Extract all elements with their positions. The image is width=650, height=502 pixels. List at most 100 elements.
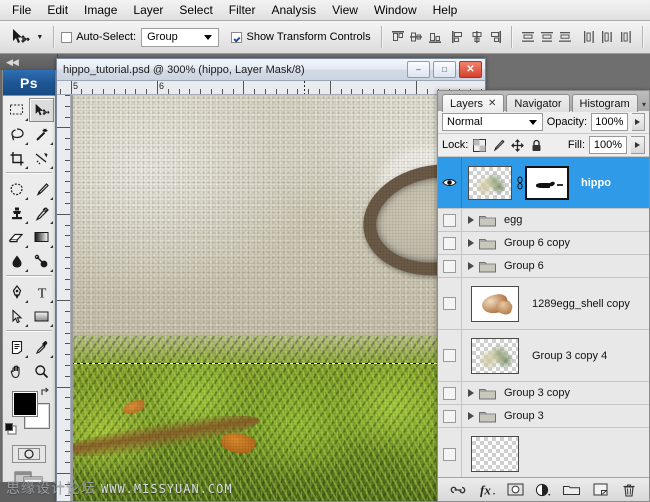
align-right-edges-button[interactable]: [487, 28, 503, 46]
layer-visibility-cell[interactable]: [438, 382, 462, 404]
zoom-tool[interactable]: [29, 359, 54, 383]
horizontal-ruler[interactable]: 56: [57, 81, 485, 95]
show-transform-checkbox[interactable]: [231, 32, 242, 43]
table-row[interactable]: 1289egg_shell copy: [438, 278, 649, 330]
layer-visibility-cell[interactable]: [438, 428, 462, 477]
expand-group-icon[interactable]: [468, 389, 474, 397]
document-title-bar[interactable]: hippo_tutorial.psd @ 300% (hippo, Layer …: [57, 59, 485, 81]
layer-name[interactable]: 1289egg_shell copy: [532, 298, 630, 310]
history-brush-tool[interactable]: [29, 201, 54, 225]
menu-item-analysis[interactable]: Analysis: [263, 1, 324, 20]
expand-group-icon[interactable]: [468, 216, 474, 224]
move-tool-icon[interactable]: [6, 25, 33, 49]
layer-thumbnail[interactable]: [471, 338, 519, 374]
tool-preset-caret-icon[interactable]: ▼: [33, 25, 46, 49]
link-layers-button[interactable]: [449, 481, 467, 499]
align-vertical-centers-button[interactable]: [408, 28, 424, 46]
distribute-left-edges-button[interactable]: [581, 28, 597, 46]
link-mask-icon[interactable]: [515, 172, 524, 194]
align-horizontal-centers-button[interactable]: [468, 28, 484, 46]
layer-name[interactable]: egg: [504, 214, 522, 226]
layer-visibility-cell[interactable]: [438, 278, 462, 329]
distribute-right-edges-button[interactable]: [618, 28, 634, 46]
canvas-viewport[interactable]: [71, 95, 485, 501]
delete-layer-button[interactable]: [620, 481, 638, 499]
tab-layers[interactable]: Layers ✕: [442, 94, 504, 112]
lock-image-pixels-icon[interactable]: [491, 138, 506, 153]
layer-name[interactable]: Group 6: [504, 260, 544, 272]
layer-thumbnail[interactable]: [468, 166, 512, 200]
blur-tool[interactable]: [4, 249, 29, 273]
minimize-button[interactable]: –: [407, 61, 430, 78]
crop-tool[interactable]: [4, 146, 29, 170]
layer-thumbnail[interactable]: [471, 436, 519, 472]
expand-group-icon[interactable]: [468, 239, 474, 247]
new-layer-button[interactable]: [591, 481, 609, 499]
distribute-bottom-edges-button[interactable]: [557, 28, 573, 46]
lock-all-icon[interactable]: [529, 138, 544, 153]
menu-item-image[interactable]: Image: [76, 1, 125, 20]
lock-position-icon[interactable]: [510, 138, 525, 153]
path-selection-tool[interactable]: [4, 304, 29, 328]
rectangle-shape-tool[interactable]: [29, 304, 54, 328]
fill-input[interactable]: 100%: [589, 136, 627, 154]
menu-item-view[interactable]: View: [324, 1, 366, 20]
layer-name[interactable]: Group 6 copy: [504, 237, 570, 249]
table-row[interactable]: Group 6: [438, 255, 649, 278]
layer-visibility-cell[interactable]: [438, 157, 462, 208]
table-row[interactable]: egg: [438, 209, 649, 232]
maximize-button[interactable]: □: [433, 61, 456, 78]
vertical-ruler[interactable]: [57, 95, 71, 501]
table-row[interactable]: Group 6 copy: [438, 232, 649, 255]
brush-tool[interactable]: [29, 177, 54, 201]
fill-slider-button[interactable]: [631, 136, 645, 154]
distribute-vertical-centers-button[interactable]: [539, 28, 555, 46]
table-row[interactable]: Group 3 copy 4: [438, 330, 649, 382]
align-bottom-edges-button[interactable]: [426, 28, 442, 46]
new-adjustment-layer-button[interactable]: [534, 481, 552, 499]
layer-name[interactable]: Group 3: [504, 410, 544, 422]
blend-mode-dropdown[interactable]: Normal: [442, 113, 543, 131]
rectangular-marquee-tool[interactable]: [4, 98, 29, 122]
menu-item-layer[interactable]: Layer: [125, 1, 171, 20]
add-layer-mask-button[interactable]: [506, 481, 524, 499]
hand-tool[interactable]: [4, 359, 29, 383]
new-group-button[interactable]: [563, 481, 581, 499]
close-icon[interactable]: ✕: [488, 98, 496, 109]
layer-name[interactable]: hippo: [581, 177, 611, 189]
layer-thumbnail[interactable]: [471, 286, 519, 322]
panel-menu-icon[interactable]: ▾: [642, 100, 646, 109]
move-tool[interactable]: [29, 98, 54, 122]
collapse-toolbox-icon[interactable]: ◀◀: [6, 57, 18, 68]
layer-list[interactable]: hippo egg Group 6 copy: [438, 157, 649, 477]
expand-group-icon[interactable]: [468, 412, 474, 420]
eraser-tool[interactable]: [4, 225, 29, 249]
clone-stamp-tool[interactable]: [4, 201, 29, 225]
layer-mask-thumbnail[interactable]: [525, 166, 569, 200]
layer-visibility-cell[interactable]: [438, 255, 462, 277]
table-row-partial[interactable]: [438, 428, 649, 477]
table-row[interactable]: Group 3 copy: [438, 382, 649, 405]
toolbox-tab-strip[interactable]: ◀◀: [0, 54, 58, 70]
menu-item-window[interactable]: Window: [366, 1, 425, 20]
table-row[interactable]: hippo: [438, 157, 649, 209]
swap-colors-icon[interactable]: [40, 387, 51, 401]
menu-item-edit[interactable]: Edit: [39, 1, 76, 20]
dodge-tool[interactable]: [29, 249, 54, 273]
quick-mask-mode-button[interactable]: [12, 445, 46, 463]
menu-item-filter[interactable]: Filter: [221, 1, 264, 20]
menu-item-help[interactable]: Help: [425, 1, 466, 20]
slice-tool[interactable]: [29, 146, 54, 170]
layer-visibility-cell[interactable]: [438, 232, 462, 254]
tab-histogram[interactable]: Histogram: [572, 94, 638, 112]
align-left-edges-button[interactable]: [450, 28, 466, 46]
foreground-color-swatch[interactable]: [12, 391, 38, 417]
notes-tool[interactable]: [4, 335, 29, 359]
layer-name[interactable]: Group 3 copy: [504, 387, 570, 399]
eyedropper-tool[interactable]: [29, 335, 54, 359]
lock-transparent-pixels-icon[interactable]: [472, 138, 487, 153]
opacity-slider-button[interactable]: [632, 113, 645, 131]
auto-select-checkbox[interactable]: [61, 32, 72, 43]
tab-navigator[interactable]: Navigator: [506, 94, 569, 112]
distribute-top-edges-button[interactable]: [520, 28, 536, 46]
